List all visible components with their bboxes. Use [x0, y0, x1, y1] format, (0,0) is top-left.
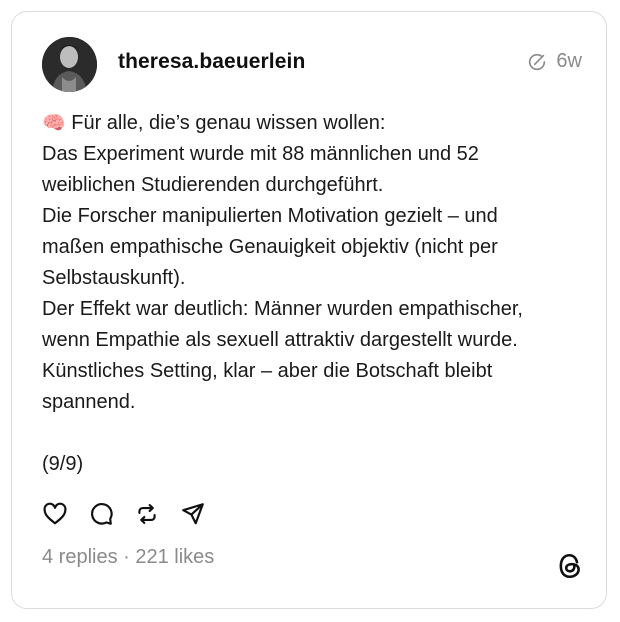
repost-button[interactable]	[133, 500, 161, 528]
post-line-4: Die Forscher manipulierten Motivation ge…	[42, 205, 498, 227]
like-button[interactable]	[41, 500, 69, 528]
avatar-photo	[42, 37, 97, 92]
post-line-10: spannend.	[42, 391, 136, 413]
post-line-8: wenn Empathie als sexuell attraktiv darg…	[42, 329, 518, 351]
post-line-9: Künstliches Setting, klar – aber die Bot…	[42, 360, 493, 382]
post-line-7: Der Effekt war deutlich: Männer wurden e…	[42, 298, 523, 320]
post-stats[interactable]: 4 replies · 221 likes	[42, 546, 214, 569]
post-card: theresa.baeuerlein 6w 🧠 Für alle, die’s …	[11, 11, 607, 609]
share-button[interactable]	[179, 500, 207, 528]
repost-icon	[138, 504, 156, 524]
post-line-1: 🧠 Für alle, die’s genau wissen wollen:	[42, 112, 386, 134]
edit-circle-icon	[526, 51, 548, 73]
post-line-3: weiblichen Studierenden durchgeführt.	[42, 174, 384, 196]
post-line-5: maßen empathische Genauigkeit objektiv (…	[42, 236, 498, 258]
heart-icon	[43, 502, 67, 525]
post-meta: 6w	[526, 50, 582, 73]
page-counter: (9/9)	[42, 453, 84, 475]
post-line-2: Das Experiment wurde mit 88 männlichen u…	[42, 143, 479, 165]
brain-emoji-icon: 🧠	[42, 113, 66, 134]
post-text: 🧠 Für alle, die’s genau wissen wollen: D…	[42, 108, 602, 480]
action-bar	[41, 500, 207, 528]
threads-logo-icon[interactable]	[557, 552, 583, 580]
reply-button[interactable]	[87, 500, 115, 528]
avatar[interactable]	[42, 37, 97, 92]
comment-icon	[91, 503, 113, 525]
send-icon	[182, 503, 204, 525]
post-line-6: Selbstauskunft).	[42, 267, 186, 289]
username[interactable]: theresa.baeuerlein	[118, 50, 305, 74]
post-time: 6w	[556, 50, 582, 72]
